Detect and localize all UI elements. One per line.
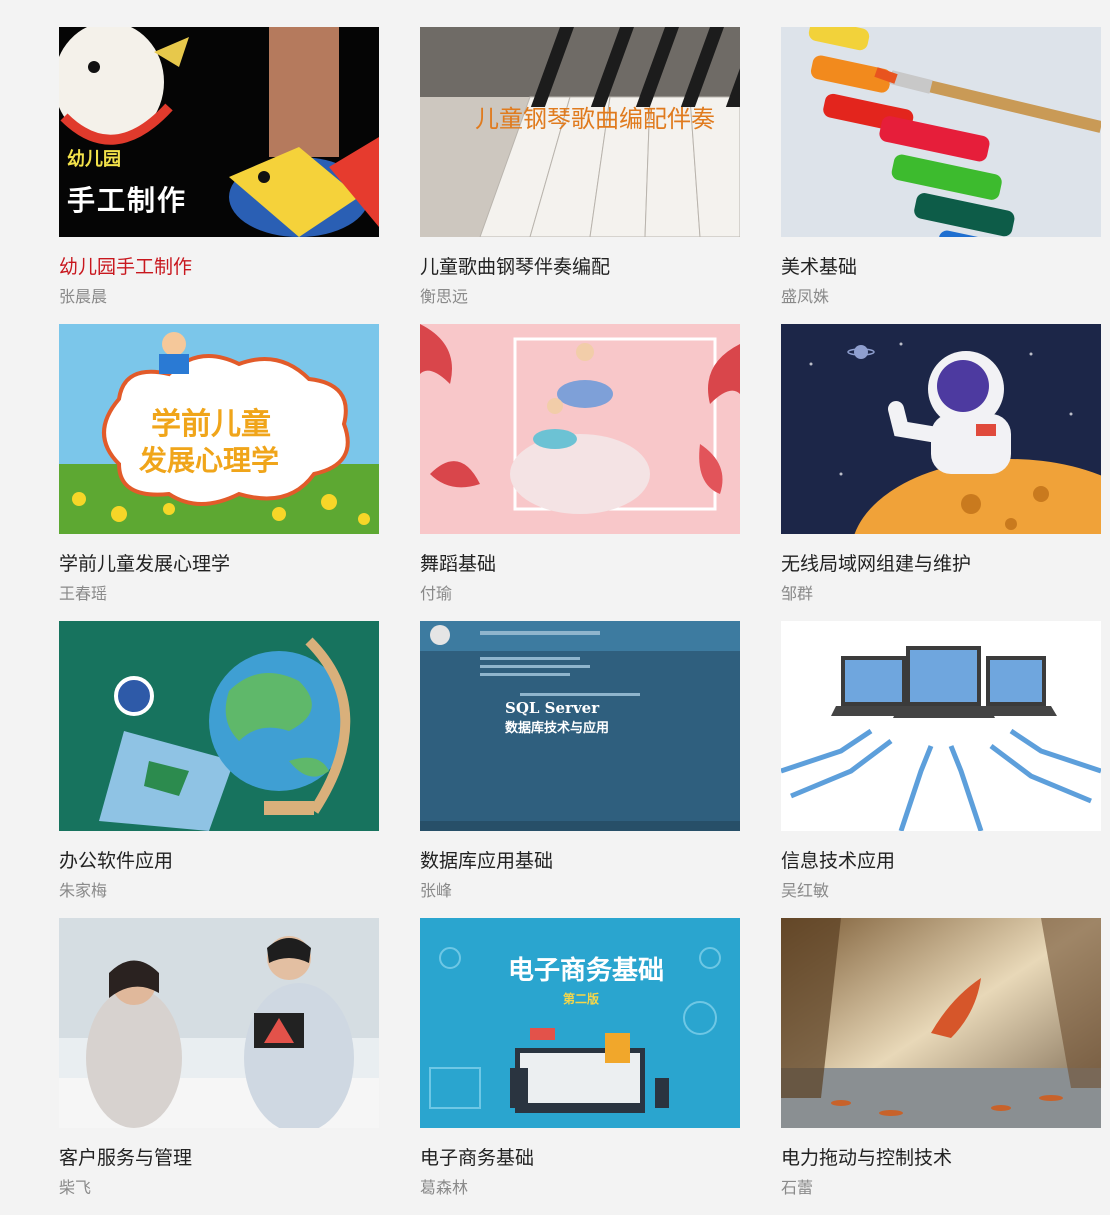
overlay-title: 儿童钢琴歌曲编配伴奏	[475, 105, 715, 133]
course-teacher: 王春瑶	[59, 584, 108, 603]
course-thumbnail[interactable]: 电子商务基础 第二版	[420, 918, 740, 1128]
dance-image	[420, 324, 740, 534]
course-thumbnail[interactable]	[420, 324, 740, 534]
course-teacher: 朱家梅	[59, 881, 108, 900]
paint-palette-image	[781, 27, 1101, 237]
course-title[interactable]: 舞蹈基础	[420, 552, 740, 576]
course-title[interactable]: 学前儿童发展心理学	[59, 552, 379, 576]
overlay-large: 手工制作	[67, 184, 188, 217]
course-card[interactable]: 无线局域网组建与维护 邹群	[781, 324, 1101, 621]
overlay-line2: 发展心理学	[139, 444, 280, 477]
overlay-small: 幼儿园	[67, 149, 121, 170]
overlay-subtitle: 数据库技术与应用	[505, 721, 610, 736]
course-card[interactable]: 舞蹈基础 付瑜	[420, 324, 740, 621]
course-thumbnail[interactable]	[781, 621, 1101, 831]
course-teacher: 石蕾	[781, 1178, 814, 1197]
course-title[interactable]: 幼儿园手工制作	[59, 255, 379, 279]
laptops-image	[781, 621, 1101, 831]
overlay-sql: SQL Server	[505, 699, 600, 717]
course-title[interactable]: 电子商务基础	[420, 1146, 740, 1170]
course-grid: 幼儿园 手工制作 幼儿园手工制作 张晨晨 儿童钢琴歌曲编配伴奏 儿童歌曲钢琴伴奏…	[59, 27, 1101, 1215]
course-title[interactable]: 数据库应用基础	[420, 849, 740, 873]
course-teacher: 吴红敏	[781, 881, 830, 900]
course-title[interactable]: 儿童歌曲钢琴伴奏编配	[420, 255, 740, 279]
course-teacher: 葛森林	[420, 1178, 469, 1197]
course-thumbnail[interactable]	[781, 918, 1101, 1128]
course-thumbnail[interactable]	[59, 918, 379, 1128]
customer-service-image	[59, 918, 379, 1128]
course-title[interactable]: 客户服务与管理	[59, 1146, 379, 1170]
leaf-bridge-image	[781, 918, 1101, 1128]
course-thumbnail[interactable]	[59, 621, 379, 831]
course-teacher: 张峰	[420, 881, 453, 900]
overlay-line1: 学前儿童	[151, 407, 271, 442]
course-card[interactable]: 信息技术应用 吴红敏	[781, 621, 1101, 918]
course-thumbnail[interactable]: 学前儿童 发展心理学	[59, 324, 379, 534]
course-card[interactable]: 电力拖动与控制技术 石蕾	[781, 918, 1101, 1215]
course-thumbnail[interactable]	[781, 27, 1101, 237]
course-title[interactable]: 电力拖动与控制技术	[781, 1146, 1101, 1170]
course-title[interactable]: 办公软件应用	[59, 849, 379, 873]
course-teacher: 付瑜	[420, 584, 453, 603]
course-thumbnail[interactable]: 儿童钢琴歌曲编配伴奏	[420, 27, 740, 237]
overlay-edition: 第二版	[563, 992, 600, 1006]
course-title[interactable]: 无线局域网组建与维护	[781, 552, 1101, 576]
course-card[interactable]: 学前儿童 发展心理学 学前儿童发展心理学 王春瑶	[59, 324, 379, 621]
course-title[interactable]: 信息技术应用	[781, 849, 1101, 873]
course-card[interactable]: 电子商务基础 第二版 电子商务基础 葛森林	[420, 918, 740, 1215]
astronaut-image	[781, 324, 1101, 534]
course-title[interactable]: 美术基础	[781, 255, 1101, 279]
course-teacher: 盛凤姝	[781, 287, 830, 306]
course-teacher: 衡思远	[420, 287, 469, 306]
globe-image	[59, 621, 379, 831]
course-thumbnail[interactable]: SQL Server 数据库技术与应用	[420, 621, 740, 831]
overlay-title: 电子商务基础	[508, 956, 665, 986]
course-teacher: 邹群	[781, 584, 814, 603]
course-thumbnail[interactable]	[781, 324, 1101, 534]
course-card[interactable]: 办公软件应用 朱家梅	[59, 621, 379, 918]
course-thumbnail[interactable]: 幼儿园 手工制作	[59, 27, 379, 237]
course-card[interactable]: 美术基础 盛凤姝	[781, 27, 1101, 324]
course-card[interactable]: 幼儿园 手工制作 幼儿园手工制作 张晨晨	[59, 27, 379, 324]
course-teacher: 柴飞	[59, 1178, 92, 1197]
course-card[interactable]: 儿童钢琴歌曲编配伴奏 儿童歌曲钢琴伴奏编配 衡思远	[420, 27, 740, 324]
course-card[interactable]: SQL Server 数据库技术与应用 数据库应用基础 张峰	[420, 621, 740, 918]
course-card[interactable]: 客户服务与管理 柴飞	[59, 918, 379, 1215]
course-teacher: 张晨晨	[59, 287, 108, 306]
